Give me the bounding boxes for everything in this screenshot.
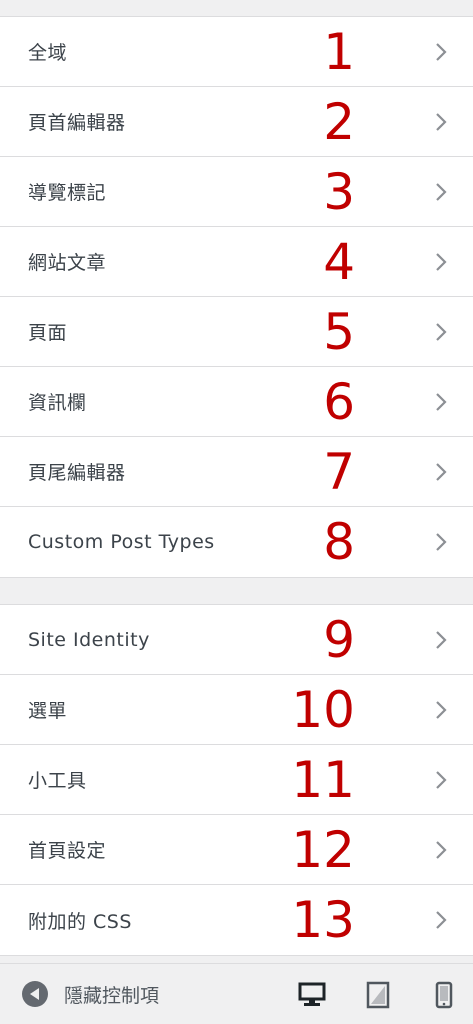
menu-item-pages[interactable]: 頁面 5 (0, 297, 473, 367)
menu-item-label: 資訊欄 (28, 392, 87, 414)
annotation-number: 6 (323, 372, 355, 431)
menu-item-widgets[interactable]: 小工具 11 (0, 745, 473, 815)
chevron-right-icon (436, 462, 447, 481)
chevron-right-icon (436, 630, 447, 649)
hide-controls-label: 隱藏控制項 (64, 984, 160, 1007)
menu-item-label: 導覽標記 (28, 182, 107, 204)
menu-item-label: 頁面 (28, 322, 68, 344)
menu-item-navigation[interactable]: 導覽標記 3 (0, 157, 473, 227)
annotation-number: 2 (323, 92, 355, 151)
menu-item-menus[interactable]: 選單 10 (0, 675, 473, 745)
menu-item-label: 附加的 CSS (28, 910, 132, 933)
annotation-number: 3 (323, 162, 355, 221)
desktop-preview-button[interactable] (295, 978, 329, 1012)
menu-item-homepage-settings[interactable]: 首頁設定 12 (0, 815, 473, 885)
menu-item-label: Custom Post Types (28, 531, 215, 553)
mobile-icon (435, 981, 453, 1008)
menu-item-label: 頁尾編輯器 (28, 462, 126, 484)
annotation-number: 10 (291, 680, 355, 739)
annotation-number: 5 (323, 302, 355, 361)
chevron-right-icon (436, 252, 447, 271)
menu-item-blog-posts[interactable]: 網站文章 4 (0, 227, 473, 297)
chevron-right-icon (436, 42, 447, 61)
chevron-right-icon (436, 182, 447, 201)
section-group-site: Site Identity 9 選單 10 小工具 11 首頁設定 12 附加的… (0, 604, 473, 956)
menu-item-header-editor[interactable]: 頁首編輯器 2 (0, 87, 473, 157)
chevron-right-icon (436, 392, 447, 411)
annotation-number: 9 (323, 610, 355, 669)
annotation-number: 4 (323, 232, 355, 291)
annotation-number: 13 (291, 891, 355, 949)
section-group-main: 全域 1 頁首編輯器 2 導覽標記 3 網站文章 4 頁面 5 資訊欄 6 頁尾… (0, 16, 473, 578)
desktop-icon (298, 982, 326, 1006)
menu-item-label: 網站文章 (28, 252, 107, 274)
menu-item-site-identity[interactable]: Site Identity 9 (0, 605, 473, 675)
menu-item-label: 小工具 (28, 770, 87, 792)
menu-item-custom-post-types[interactable]: Custom Post Types 8 (0, 507, 473, 577)
chevron-right-icon (436, 322, 447, 341)
chevron-right-icon (436, 700, 447, 719)
menu-item-global[interactable]: 全域 1 (0, 17, 473, 87)
annotation-number: 11 (291, 750, 355, 809)
menu-item-label: 頁首編輯器 (28, 112, 126, 134)
device-preview-buttons (263, 964, 461, 1024)
menu-item-footer-editor[interactable]: 頁尾編輯器 7 (0, 437, 473, 507)
chevron-right-icon (436, 840, 447, 859)
menu-item-label: Site Identity (28, 628, 150, 651)
customizer-panel: 全域 1 頁首編輯器 2 導覽標記 3 網站文章 4 頁面 5 資訊欄 6 頁尾… (0, 0, 473, 1024)
menu-item-label: 全域 (28, 42, 68, 64)
tablet-icon (366, 981, 390, 1008)
menu-item-label: 選單 (28, 700, 68, 722)
chevron-right-icon (436, 112, 447, 131)
tablet-preview-button[interactable] (361, 978, 395, 1012)
annotation-number: 12 (291, 820, 355, 879)
annotation-number: 8 (323, 513, 355, 571)
chevron-right-icon (436, 533, 447, 551)
collapse-arrow-icon (22, 981, 48, 1007)
menu-item-label: 首頁設定 (28, 840, 107, 862)
top-band (0, 0, 473, 16)
menu-item-sidebar[interactable]: 資訊欄 6 (0, 367, 473, 437)
annotation-number: 7 (323, 442, 355, 501)
hide-controls-button[interactable]: 隱藏控制項 (22, 981, 159, 1008)
chevron-right-icon (436, 911, 447, 929)
annotation-number: 1 (323, 22, 355, 81)
mobile-preview-button[interactable] (427, 978, 461, 1012)
customizer-footer: 隱藏控制項 (0, 963, 473, 1024)
menu-item-additional-css[interactable]: 附加的 CSS 13 (0, 885, 473, 955)
chevron-right-icon (436, 770, 447, 789)
